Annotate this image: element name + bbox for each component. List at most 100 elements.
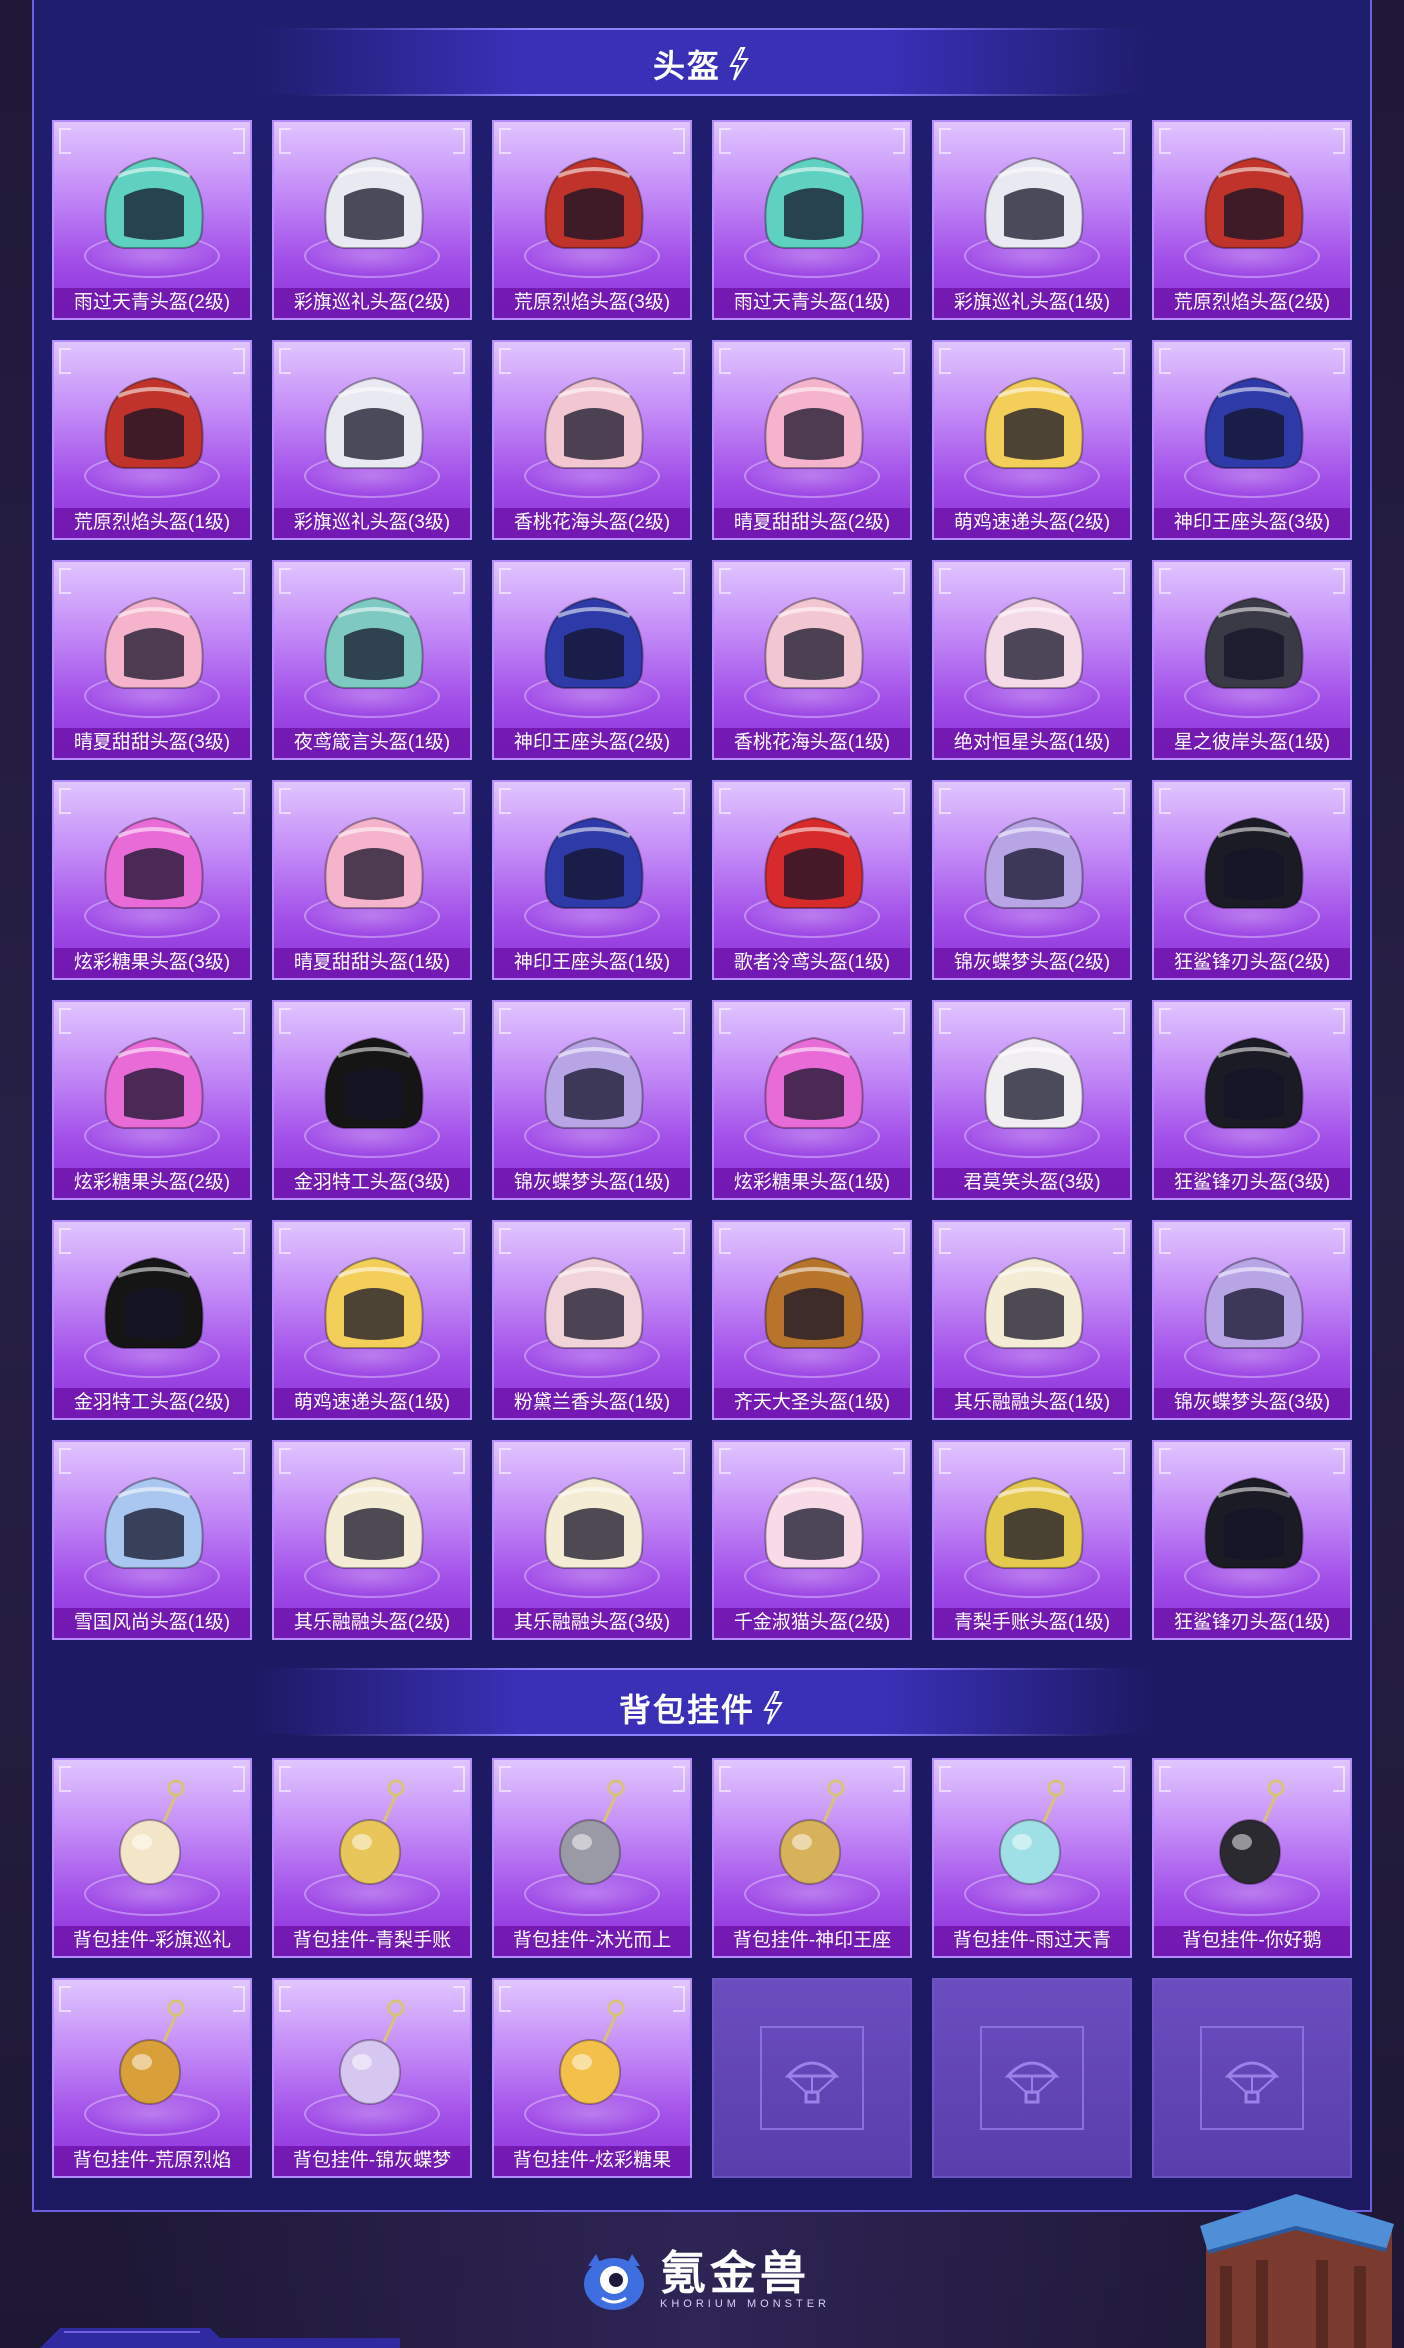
- helmet-item-card[interactable]: 君莫笑头盔(3级): [932, 1000, 1132, 1200]
- card-corner-decoration: [719, 128, 731, 154]
- helmet-item-card[interactable]: 萌鸡速递头盔(1级): [272, 1220, 472, 1420]
- helmet-item-card[interactable]: 雨过天青头盔(2级): [52, 120, 252, 320]
- footer-logo: 氪金兽 KHORIUM MONSTER: [578, 2244, 830, 2316]
- item-label: 粉黛兰香头盔(1级): [494, 1388, 690, 1418]
- item-label: 君莫笑头盔(3级): [934, 1168, 1130, 1198]
- card-corner-decoration: [893, 788, 905, 814]
- card-corner-decoration: [673, 1228, 685, 1254]
- card-corner-decoration: [499, 1986, 511, 2012]
- helmet-item-card[interactable]: 其乐融融头盔(2级): [272, 1440, 472, 1640]
- helmet-item-card[interactable]: 彩旗巡礼头盔(2级): [272, 120, 472, 320]
- helmet-image: [324, 156, 424, 249]
- card-corner-decoration: [719, 1228, 731, 1254]
- helmet-item-card[interactable]: 雪国风尚头盔(1级): [52, 1440, 252, 1640]
- backpack-charm-card[interactable]: 背包挂件-锦灰蝶梦: [272, 1978, 472, 2178]
- helmet-image: [1204, 1256, 1304, 1349]
- empty-slot-frame: [760, 2026, 864, 2130]
- card-corner-decoration: [673, 348, 685, 374]
- helmet-item-card[interactable]: 青梨手账头盔(1级): [932, 1440, 1132, 1640]
- helmet-item-card[interactable]: 千金淑猫头盔(2级): [712, 1440, 912, 1640]
- charm-image: [779, 1779, 845, 1885]
- helmet-item-card[interactable]: 锦灰蝶梦头盔(2级): [932, 780, 1132, 980]
- helmet-item-card[interactable]: 香桃花海头盔(1级): [712, 560, 912, 760]
- backpack-charm-card[interactable]: 背包挂件-炫彩糖果: [492, 1978, 692, 2178]
- card-corner-decoration: [673, 1766, 685, 1792]
- helmet-item-card[interactable]: 绝对恒星头盔(1级): [932, 560, 1132, 760]
- item-label: 背包挂件-神印王座: [714, 1926, 910, 1956]
- card-corner-decoration: [499, 1766, 511, 1792]
- item-label: 锦灰蝶梦头盔(1级): [494, 1168, 690, 1198]
- helmet-item-card[interactable]: 星之彼岸头盔(1级): [1152, 560, 1352, 760]
- helmet-item-card[interactable]: 荒原烈焰头盔(1级): [52, 340, 252, 540]
- item-label: 雨过天青头盔(2级): [54, 288, 250, 318]
- backpack-charm-card[interactable]: 背包挂件-沐光而上: [492, 1758, 692, 1958]
- helmet-item-card[interactable]: 其乐融融头盔(3级): [492, 1440, 692, 1640]
- backpack-charm-card[interactable]: 背包挂件-荒原烈焰: [52, 1978, 252, 2178]
- card-corner-decoration: [1113, 788, 1125, 814]
- helmet-item-card[interactable]: 晴夏甜甜头盔(2级): [712, 340, 912, 540]
- helmet-image: [1204, 1476, 1304, 1569]
- helmet-item-card[interactable]: 晴夏甜甜头盔(1级): [272, 780, 472, 980]
- card-corner-decoration: [939, 1766, 951, 1792]
- card-corner-decoration: [893, 348, 905, 374]
- helmet-item-card[interactable]: 神印王座头盔(3级): [1152, 340, 1352, 540]
- helmet-item-card[interactable]: 金羽特工头盔(2级): [52, 1220, 252, 1420]
- helmet-item-card[interactable]: 金羽特工头盔(3级): [272, 1000, 472, 1200]
- helmet-item-card[interactable]: 其乐融融头盔(1级): [932, 1220, 1132, 1420]
- card-corner-decoration: [233, 1448, 245, 1474]
- backpack-charm-card[interactable]: 背包挂件-青梨手账: [272, 1758, 472, 1958]
- helmet-item-card[interactable]: 夜鸢箴言头盔(1级): [272, 560, 472, 760]
- helmet-image: [104, 156, 204, 249]
- helmet-item-card[interactable]: 彩旗巡礼头盔(3级): [272, 340, 472, 540]
- helmet-item-card[interactable]: 炫彩糖果头盔(1级): [712, 1000, 912, 1200]
- helmet-item-card[interactable]: 粉黛兰香头盔(1级): [492, 1220, 692, 1420]
- helmet-image: [324, 1256, 424, 1349]
- helmet-item-card[interactable]: 炫彩糖果头盔(3级): [52, 780, 252, 980]
- card-corner-decoration: [279, 128, 291, 154]
- card-corner-decoration: [499, 128, 511, 154]
- helmet-item-card[interactable]: 锦灰蝶梦头盔(1级): [492, 1000, 692, 1200]
- helmet-item-card[interactable]: 狂鲨锋刃头盔(3级): [1152, 1000, 1352, 1200]
- card-corner-decoration: [453, 1766, 465, 1792]
- helmet-item-card[interactable]: 彩旗巡礼头盔(1级): [932, 120, 1132, 320]
- helmet-item-card[interactable]: 齐天大圣头盔(1级): [712, 1220, 912, 1420]
- card-corner-decoration: [499, 788, 511, 814]
- card-corner-decoration: [1333, 1008, 1345, 1034]
- backpack-charm-card[interactable]: 背包挂件-雨过天青: [932, 1758, 1132, 1958]
- helmet-item-card[interactable]: 歌者泠鸢头盔(1级): [712, 780, 912, 980]
- backpack-charm-card[interactable]: 背包挂件-彩旗巡礼: [52, 1758, 252, 1958]
- helmet-item-card[interactable]: 荒原烈焰头盔(3级): [492, 120, 692, 320]
- card-corner-decoration: [499, 348, 511, 374]
- helmet-item-card[interactable]: 神印王座头盔(2级): [492, 560, 692, 760]
- item-label: 千金淑猫头盔(2级): [714, 1608, 910, 1638]
- item-label: 晴夏甜甜头盔(1级): [274, 948, 470, 978]
- backpack-charm-card[interactable]: 背包挂件-你好鹅: [1152, 1758, 1352, 1958]
- helmet-image: [764, 376, 864, 469]
- helmet-item-card[interactable]: 狂鲨锋刃头盔(2级): [1152, 780, 1352, 980]
- helmet-item-card[interactable]: 锦灰蝶梦头盔(3级): [1152, 1220, 1352, 1420]
- item-label: 炫彩糖果头盔(3级): [54, 948, 250, 978]
- helmet-item-card[interactable]: 荒原烈焰头盔(2级): [1152, 120, 1352, 320]
- helmet-image: [104, 596, 204, 689]
- helmet-item-card[interactable]: 雨过天青头盔(1级): [712, 120, 912, 320]
- helmet-item-card[interactable]: 香桃花海头盔(2级): [492, 340, 692, 540]
- card-corner-decoration: [673, 1448, 685, 1474]
- helmet-item-card[interactable]: 炫彩糖果头盔(2级): [52, 1000, 252, 1200]
- item-label: 背包挂件-锦灰蝶梦: [274, 2146, 470, 2176]
- helmet-item-card[interactable]: 萌鸡速递头盔(2级): [932, 340, 1132, 540]
- charm-image: [559, 1779, 625, 1885]
- card-corner-decoration: [233, 1986, 245, 2012]
- item-label: 神印王座头盔(1级): [494, 948, 690, 978]
- helmet-image: [104, 1476, 204, 1569]
- helmet-item-card[interactable]: 狂鲨锋刃头盔(1级): [1152, 1440, 1352, 1640]
- card-corner-decoration: [1159, 1008, 1171, 1034]
- helmet-item-card[interactable]: 神印王座头盔(1级): [492, 780, 692, 980]
- card-corner-decoration: [59, 1228, 71, 1254]
- helmet-item-card[interactable]: 晴夏甜甜头盔(3级): [52, 560, 252, 760]
- helmet-image: [544, 816, 644, 909]
- item-label: 神印王座头盔(2级): [494, 728, 690, 758]
- helmet-image: [764, 816, 864, 909]
- backpack-charm-card[interactable]: 背包挂件-神印王座: [712, 1758, 912, 1958]
- card-corner-decoration: [279, 1448, 291, 1474]
- card-corner-decoration: [673, 1986, 685, 2012]
